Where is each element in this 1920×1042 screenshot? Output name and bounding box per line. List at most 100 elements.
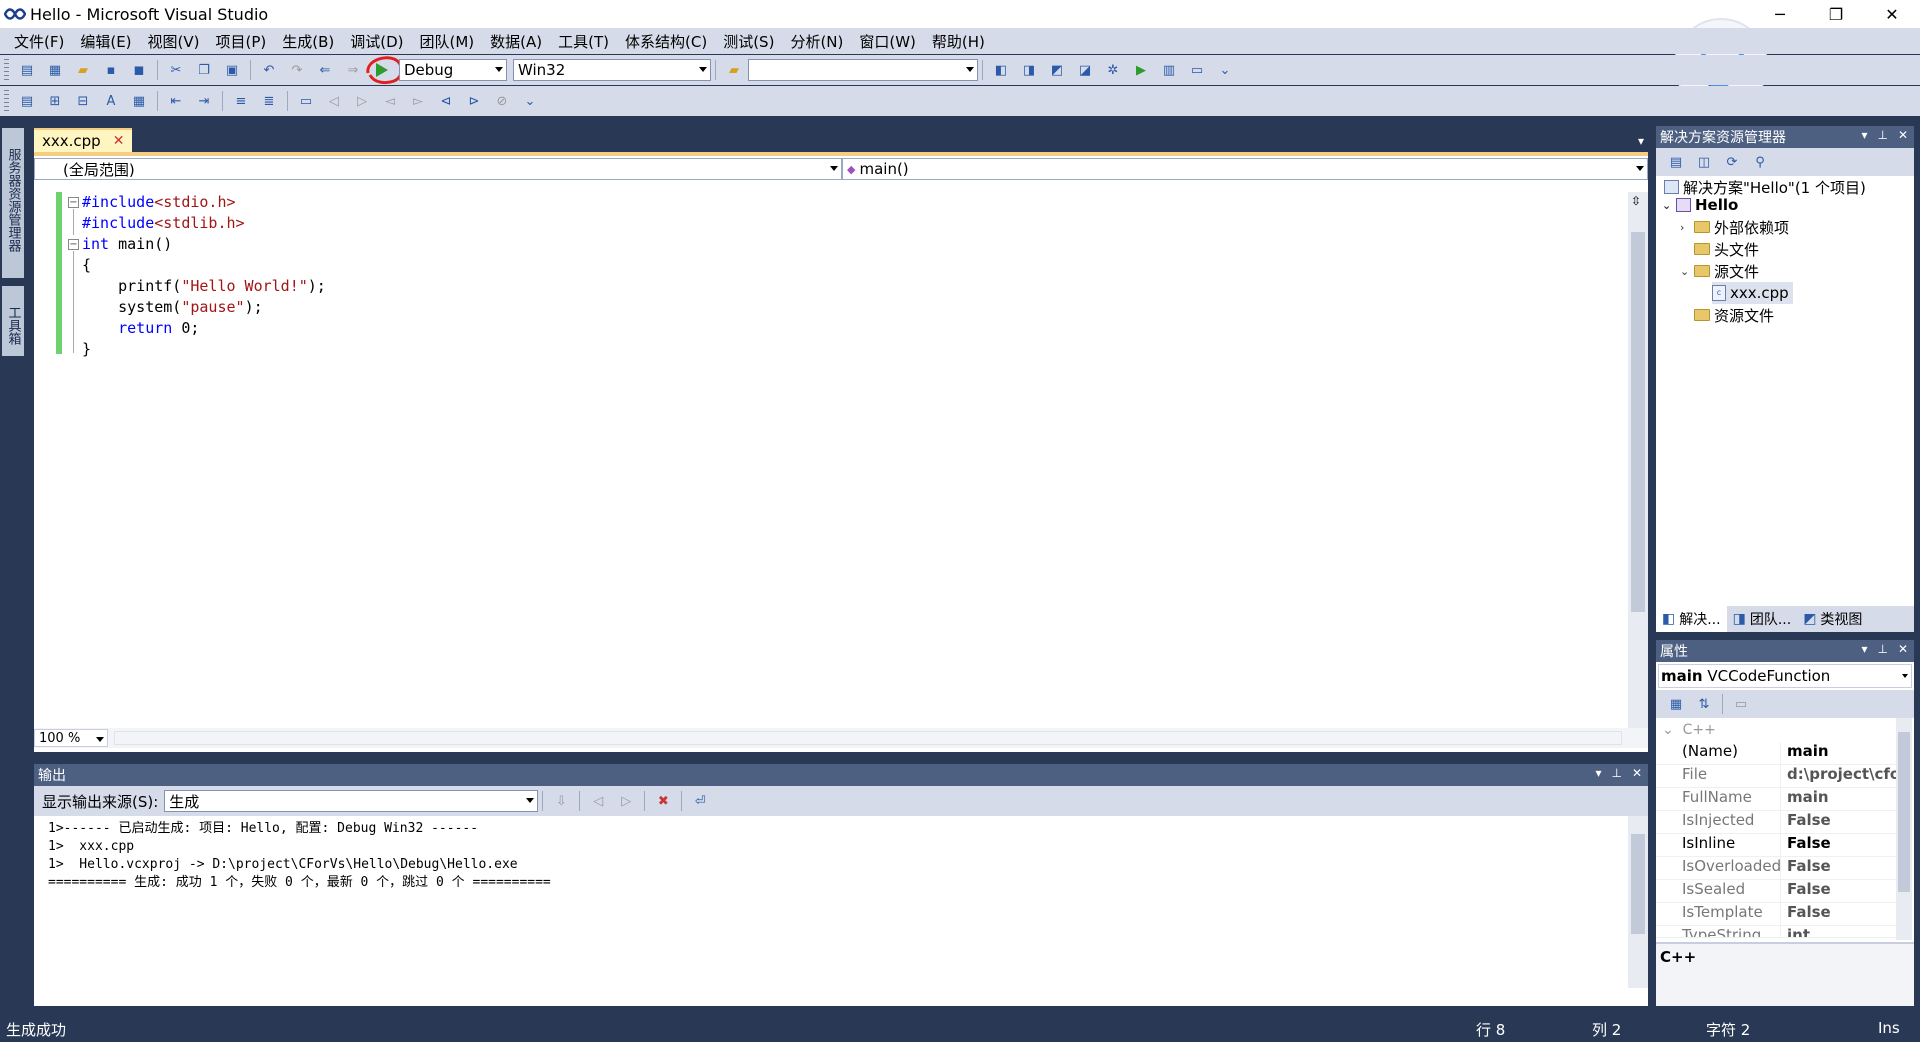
close-icon[interactable]: ✕ [1632, 766, 1642, 780]
window-position-icon[interactable]: ▾ [1861, 128, 1867, 142]
chevron-down-icon[interactable]: ▾ [1638, 134, 1644, 148]
tree-node-sources[interactable]: ⌄ 源文件 [1680, 260, 1759, 282]
property-row[interactable]: IsInjected False [1656, 811, 1896, 834]
previous-bookmark-in-folder-icon[interactable]: ◅ [379, 90, 401, 112]
output-text[interactable]: 1>------ 已启动生成: 项目: Hello, 配置: Debug Win… [34, 816, 1628, 988]
menu-data[interactable]: 数据(A) [482, 31, 550, 52]
comment-lines-icon[interactable]: ≡ [230, 90, 252, 112]
object-select[interactable]: main VCCodeFunction [1658, 664, 1912, 688]
code-area[interactable]: − − #include<stdio.h> #include<stdlib.h>… [34, 192, 1628, 722]
toggle-bookmark-icon[interactable]: ▭ [295, 90, 317, 112]
menu-edit[interactable]: 编辑(E) [72, 31, 139, 52]
add-item-icon[interactable]: ▦ [44, 59, 66, 81]
output-source-select[interactable]: 生成 [164, 790, 539, 812]
editor-vertical-scrollbar[interactable]: ⇳ [1628, 192, 1648, 732]
zoom-select[interactable]: 100 % [34, 729, 108, 747]
tab-solution-explorer[interactable]: ◧ 解决... [1656, 606, 1727, 632]
property-row[interactable]: TypeString int [1656, 926, 1896, 938]
tree-node-project[interactable]: ⌄ Hello [1662, 194, 1738, 216]
property-row[interactable]: (Name) main [1656, 742, 1896, 765]
property-row[interactable]: IsSealed False [1656, 880, 1896, 903]
split-handle-icon[interactable]: ⇳ [1631, 194, 1641, 208]
toolbar-grip[interactable] [4, 59, 9, 81]
undo-icon[interactable]: ↶ [258, 59, 280, 81]
close-icon[interactable]: ✕ [1898, 642, 1908, 656]
next-bookmark-in-document-icon[interactable]: ⊳ [463, 90, 485, 112]
find-message-in-code-icon[interactable]: ⇩ [550, 790, 572, 812]
clear-all-icon[interactable]: ✖ [652, 790, 674, 812]
horizontal-scrollbar[interactable] [114, 731, 1622, 745]
menu-file[interactable]: 文件(F) [6, 31, 72, 52]
property-row[interactable]: IsInline False [1656, 834, 1896, 857]
menu-view[interactable]: 视图(V) [140, 31, 208, 52]
toolbar-grip[interactable] [4, 90, 9, 112]
output-window-icon[interactable]: ▥ [1158, 59, 1180, 81]
scrollbar-thumb[interactable] [1898, 732, 1910, 892]
tab-close-icon[interactable]: ✕ [113, 133, 125, 149]
quick-info-icon[interactable]: ⊟ [72, 90, 94, 112]
menu-analyze[interactable]: 分析(N) [782, 31, 851, 52]
property-row[interactable]: IsOverloaded False [1656, 857, 1896, 880]
property-row[interactable]: FullName main [1656, 788, 1896, 811]
navigate-forward-icon[interactable]: ⇒ [342, 59, 364, 81]
start-page-icon[interactable]: ▶ [1130, 59, 1152, 81]
object-browser-icon[interactable]: ◩ [1046, 59, 1068, 81]
menu-architecture[interactable]: 体系结构(C) [617, 31, 715, 52]
output-vertical-scrollbar[interactable] [1628, 816, 1648, 988]
properties-icon[interactable]: ▤ [1665, 151, 1687, 173]
toolbar-overflow-icon[interactable]: ⌄ [519, 90, 541, 112]
previous-message-icon[interactable]: ◁ [587, 790, 609, 812]
open-file-icon[interactable]: ▰ [72, 59, 94, 81]
save-icon[interactable]: ▪ [100, 59, 122, 81]
menu-team[interactable]: 团队(M) [412, 31, 483, 52]
class-diagram-icon[interactable]: ⚲ [1749, 151, 1771, 173]
pin-icon[interactable]: ⊥ [1877, 128, 1887, 142]
server-explorer-tab[interactable]: 服务器资源管理器 [2, 128, 24, 278]
copy-icon[interactable]: ❐ [193, 59, 215, 81]
paste-icon[interactable]: ▣ [221, 59, 243, 81]
menu-debug[interactable]: 调试(D) [342, 31, 411, 52]
format-document-icon[interactable]: ▦ [128, 90, 150, 112]
tree-node-source-file[interactable]: c xxx.cpp [1712, 282, 1793, 304]
scrollbar-thumb[interactable] [1631, 232, 1645, 612]
alphabetical-icon[interactable]: ⇅ [1693, 693, 1715, 715]
menu-tools[interactable]: 工具(T) [550, 31, 617, 52]
redo-icon[interactable]: ↷ [286, 59, 308, 81]
solution-explorer-icon[interactable]: ◧ [990, 59, 1012, 81]
scope-select[interactable]: (全局范围) [34, 158, 842, 180]
menu-help[interactable]: 帮助(H) [924, 31, 993, 52]
solution-platform-select[interactable]: Win32 [513, 59, 711, 81]
uncomment-lines-icon[interactable]: ≣ [258, 90, 280, 112]
display-object-member-list-icon[interactable]: ▤ [16, 90, 38, 112]
properties-window-icon[interactable]: ◨ [1018, 59, 1040, 81]
menu-window[interactable]: 窗口(W) [851, 31, 924, 52]
tab-xxx-cpp[interactable]: xxx.cpp ✕ [34, 128, 133, 152]
menu-test[interactable]: 测试(S) [715, 31, 782, 52]
toggle-word-wrap-icon[interactable]: ⏎ [689, 790, 711, 812]
find-in-files-icon[interactable]: ▰ [723, 59, 745, 81]
previous-bookmark-in-document-icon[interactable]: ⊲ [435, 90, 457, 112]
menu-project[interactable]: 项目(P) [208, 31, 275, 52]
close-button[interactable]: ✕ [1864, 0, 1920, 28]
show-all-files-icon[interactable]: ◫ [1693, 151, 1715, 173]
extension-manager-icon[interactable]: ✲ [1102, 59, 1124, 81]
tab-class-view[interactable]: ◩ 类视图 [1797, 606, 1868, 632]
collapse-arrow-icon[interactable]: ⌄ [1662, 722, 1674, 738]
clear-bookmarks-icon[interactable]: ⊘ [491, 90, 513, 112]
restore-button[interactable]: ❐ [1808, 0, 1864, 28]
member-select[interactable]: ◆ main() [842, 158, 1648, 180]
collapse-arrow-icon[interactable]: ⌄ [1662, 199, 1676, 212]
tree-node-headers[interactable]: 头文件 [1694, 238, 1759, 260]
close-icon[interactable]: ✕ [1898, 128, 1908, 142]
find-combo[interactable] [748, 59, 978, 81]
next-bookmark-in-folder-icon[interactable]: ▻ [407, 90, 429, 112]
complete-word-icon[interactable]: A [100, 90, 122, 112]
collapse-arrow-icon[interactable]: ⌄ [1680, 265, 1694, 278]
toolbox-icon[interactable]: ◪ [1074, 59, 1096, 81]
tree-node-resources[interactable]: 资源文件 [1694, 304, 1774, 326]
pin-icon[interactable]: ⊥ [1877, 642, 1887, 656]
parameter-info-icon[interactable]: ⊞ [44, 90, 66, 112]
collapse-region-icon[interactable]: − [68, 197, 79, 208]
collapse-region-icon[interactable]: − [68, 239, 79, 250]
scrollbar-thumb[interactable] [1631, 834, 1645, 934]
